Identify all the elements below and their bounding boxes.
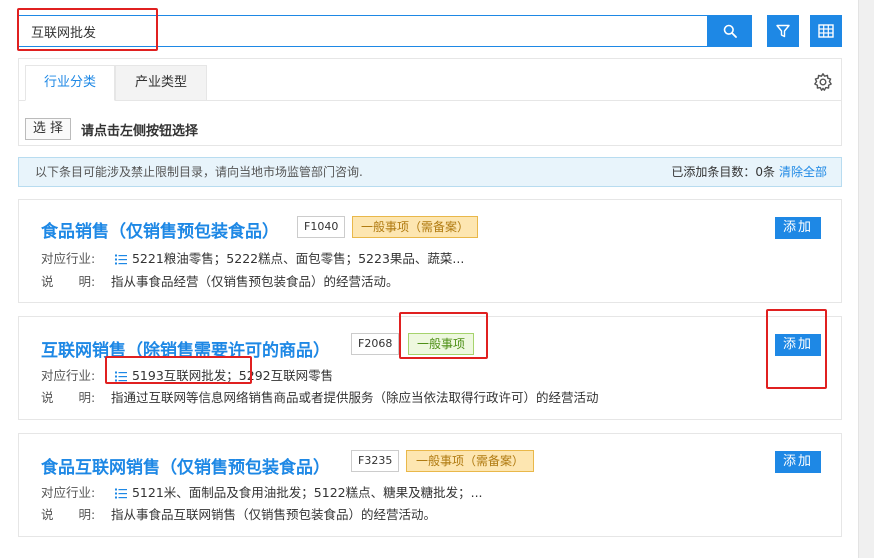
- notice-bar: 以下条目可能涉及禁止限制目录，请向当地市场监管部门咨询. 已添加条目数：0条 清除…: [18, 157, 842, 187]
- clear-all-link[interactable]: 清除全部: [779, 165, 827, 179]
- table-grid-icon: [818, 24, 834, 38]
- annotation-box-search: [17, 8, 158, 51]
- description-row: 说 明: 指从事食品互联网销售（仅销售预包装食品）的经营活动。: [41, 504, 436, 523]
- result-card: 食品销售（仅销售预包装食品） F1040 一般事项（需备案） 添加 对应行业: …: [18, 199, 842, 303]
- industry-value: 5121米、面制品及食用油批发；5122糕点、糖果及糖批发；...: [131, 485, 483, 500]
- industry-value: 5221粮油零售；5222糕点、面包零售；5223果品、蔬菜...: [131, 251, 465, 266]
- code-tag: F2068: [351, 333, 400, 355]
- gear-icon[interactable]: [813, 72, 833, 92]
- description-value: 指通过互联网等信息网络销售商品或者提供服务（除应当依法取得行政许可）的经营活动: [111, 390, 599, 405]
- card-title[interactable]: 食品销售（仅销售预包装食品）: [41, 217, 279, 242]
- category-panel: 行业分类 产业类型 选 择 请点击左侧按钮选择: [18, 58, 842, 146]
- description-value: 指从事食品经营（仅销售预包装食品）的经营活动。: [111, 274, 399, 289]
- type-tag: 一般事项（需备案）: [352, 216, 478, 238]
- list-icon: [114, 254, 127, 265]
- card-title[interactable]: 食品互联网销售（仅销售预包装食品）: [41, 453, 330, 478]
- search-icon: [723, 24, 737, 38]
- search-button[interactable]: [708, 15, 752, 47]
- added-count: 已添加条目数：0条 清除全部: [671, 158, 827, 186]
- select-button[interactable]: 选 择: [25, 118, 71, 140]
- notice-text: 以下条目可能涉及禁止限制目录，请向当地市场监管部门咨询.: [35, 165, 363, 179]
- industry-label: 对应行业:: [41, 251, 96, 266]
- description-label: 说 明:: [41, 390, 96, 405]
- annotation-box-type: [399, 312, 488, 359]
- filter-icon: [776, 24, 790, 38]
- industry-row: 对应行业: 5221粮油零售；5222糕点、面包零售；5223果品、蔬菜...: [41, 248, 464, 267]
- list-icon: [114, 488, 127, 499]
- add-button[interactable]: 添加: [775, 451, 821, 473]
- select-hint: 请点击左侧按钮选择: [81, 124, 199, 139]
- industry-row: 对应行业: 5121米、面制品及食用油批发；5122糕点、糖果及糖批发；...: [41, 482, 483, 501]
- description-value: 指从事食品互联网销售（仅销售预包装食品）的经营活动。: [111, 507, 437, 522]
- tab-industry-type[interactable]: 产业类型: [115, 65, 207, 101]
- description-label: 说 明:: [41, 507, 96, 522]
- annotation-box-industry: [105, 356, 252, 384]
- description-label: 说 明:: [41, 274, 96, 289]
- type-tag: 一般事项（需备案）: [406, 450, 534, 472]
- code-tag: F1040: [297, 216, 346, 238]
- result-card: 食品互联网销售（仅销售预包装食品） F3235 一般事项（需备案） 添加 对应行…: [18, 433, 842, 537]
- filter-button[interactable]: [767, 15, 799, 47]
- description-row: 说 明: 指从事食品经营（仅销售预包装食品）的经营活动。: [41, 271, 399, 290]
- code-tag: F3235: [351, 450, 400, 472]
- added-count-text: 已添加条目数：0条: [671, 165, 775, 179]
- add-button[interactable]: 添加: [775, 217, 821, 239]
- tab-industry-category[interactable]: 行业分类: [25, 65, 115, 101]
- annotation-box-add: [766, 309, 827, 389]
- industry-label: 对应行业:: [41, 485, 96, 500]
- description-row: 说 明: 指通过互联网等信息网络销售商品或者提供服务（除应当依法取得行政许可）的经…: [41, 387, 599, 406]
- industry-label: 对应行业:: [41, 368, 96, 383]
- table-view-button[interactable]: [810, 15, 842, 47]
- scrollbar[interactable]: [858, 0, 874, 558]
